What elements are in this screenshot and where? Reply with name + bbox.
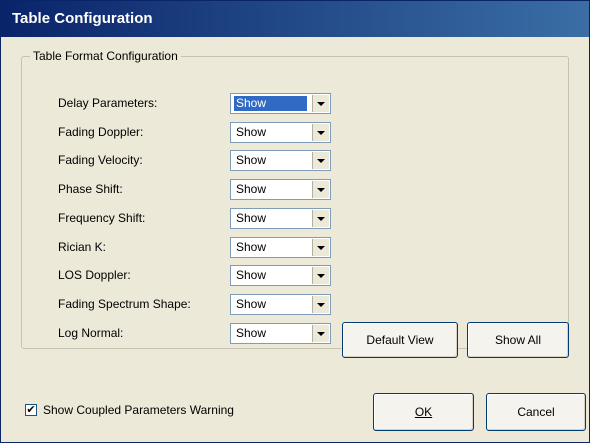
cancel-button[interactable]: Cancel bbox=[486, 393, 586, 431]
row-label: Frequency Shift: bbox=[58, 211, 146, 225]
row-label: Delay Parameters: bbox=[58, 96, 158, 110]
dropdown-value: Show bbox=[236, 211, 267, 225]
dropdown-value: Show bbox=[236, 240, 267, 254]
dropdown-value: Show bbox=[236, 182, 267, 196]
dropdown-button[interactable] bbox=[312, 210, 329, 227]
dropdown-button[interactable] bbox=[312, 181, 329, 198]
visibility-dropdown[interactable]: Show bbox=[230, 265, 331, 286]
chevron-down-icon bbox=[317, 273, 325, 278]
dropdown-button[interactable] bbox=[312, 325, 329, 342]
chevron-down-icon bbox=[317, 187, 325, 192]
dropdown-value: Show bbox=[236, 153, 267, 167]
row-label: Phase Shift: bbox=[58, 182, 123, 196]
dropdown-value: Show bbox=[236, 125, 267, 139]
row-label: Log Normal: bbox=[58, 326, 124, 340]
group-legend: Table Format Configuration bbox=[33, 49, 178, 63]
ok-label: OK bbox=[414, 405, 433, 419]
ok-button[interactable]: OK bbox=[373, 393, 474, 431]
row-label: Fading Spectrum Shape: bbox=[58, 297, 191, 311]
visibility-dropdown[interactable]: Show bbox=[230, 122, 331, 143]
visibility-dropdown[interactable]: Show bbox=[230, 150, 331, 171]
dropdown-value: Show bbox=[236, 297, 267, 311]
dropdown-button[interactable] bbox=[312, 124, 329, 141]
visibility-dropdown[interactable]: Show bbox=[230, 323, 331, 344]
dropdown-value: Show bbox=[236, 326, 267, 340]
dropdown-button[interactable] bbox=[312, 267, 329, 284]
show-all-label: Show All bbox=[494, 333, 542, 347]
chevron-down-icon bbox=[317, 331, 325, 336]
chevron-down-icon bbox=[317, 101, 325, 106]
checkbox-label: Show Coupled Parameters Warning bbox=[43, 403, 234, 417]
visibility-dropdown[interactable]: Show bbox=[230, 294, 331, 315]
dropdown-button[interactable] bbox=[312, 95, 329, 112]
dropdown-button[interactable] bbox=[312, 239, 329, 256]
cancel-label: Cancel bbox=[517, 405, 555, 419]
default-view-button[interactable]: Default View bbox=[342, 322, 458, 358]
chevron-down-icon bbox=[317, 130, 325, 135]
chevron-down-icon bbox=[317, 302, 325, 307]
dialog-body: Table Format Configuration Delay Paramet… bbox=[1, 37, 589, 442]
coupled-warning-checkbox[interactable]: ✔ Show Coupled Parameters Warning bbox=[25, 403, 234, 417]
title-bar: Table Configuration bbox=[1, 1, 589, 37]
chevron-down-icon bbox=[317, 158, 325, 163]
row-label: LOS Doppler: bbox=[58, 268, 131, 282]
dropdown-button[interactable] bbox=[312, 152, 329, 169]
dropdown-button[interactable] bbox=[312, 296, 329, 313]
visibility-dropdown[interactable]: Show bbox=[230, 179, 331, 200]
visibility-dropdown[interactable]: Show bbox=[230, 237, 331, 258]
row-label: Fading Velocity: bbox=[58, 153, 143, 167]
window-title: Table Configuration bbox=[12, 10, 153, 27]
dropdown-value: Show bbox=[234, 96, 307, 111]
chevron-down-icon bbox=[317, 216, 325, 221]
checkmark-icon: ✔ bbox=[26, 403, 36, 416]
row-label: Rician K: bbox=[58, 240, 107, 254]
chevron-down-icon bbox=[317, 245, 325, 250]
visibility-dropdown[interactable]: Show bbox=[230, 208, 331, 229]
table-configuration-dialog: Table Configuration Table Format Configu… bbox=[0, 0, 590, 443]
row-label: Fading Doppler: bbox=[58, 125, 144, 139]
show-all-button[interactable]: Show All bbox=[467, 322, 569, 358]
dropdown-value: Show bbox=[236, 268, 267, 282]
visibility-dropdown[interactable]: Show bbox=[230, 93, 331, 114]
default-view-label: Default View bbox=[366, 333, 434, 347]
checkbox-box[interactable]: ✔ bbox=[25, 404, 37, 416]
